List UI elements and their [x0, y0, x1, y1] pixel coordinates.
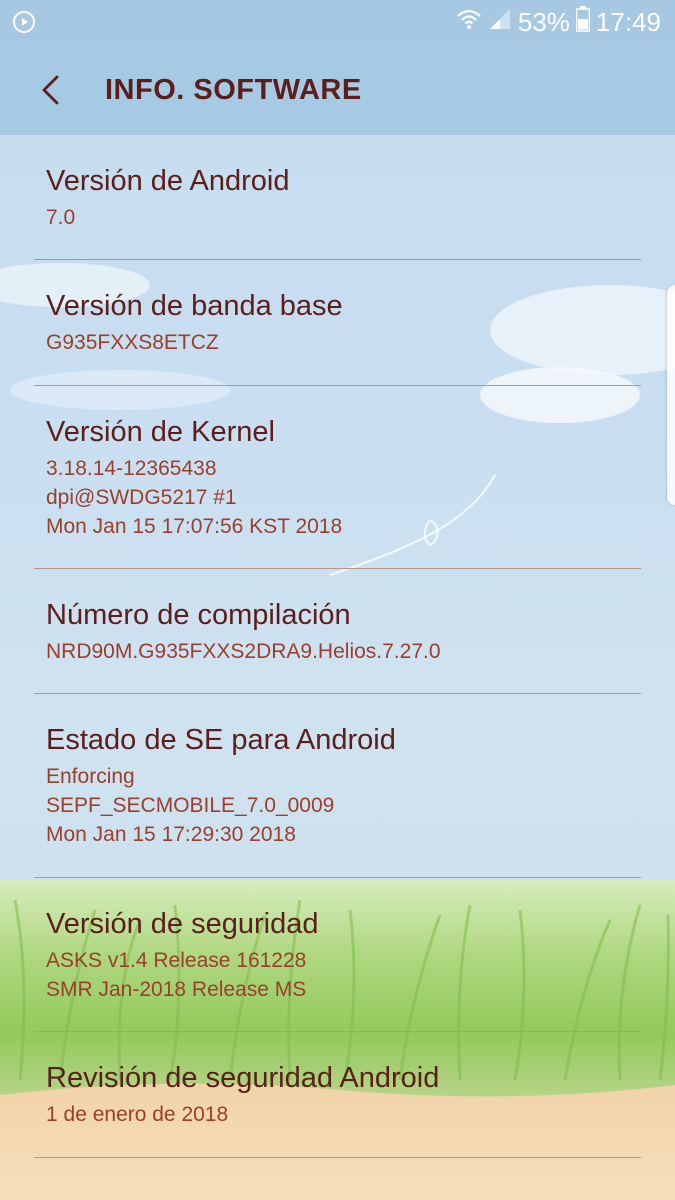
software-info-list: Versión de Android 7.0 Versión de banda … [0, 135, 675, 1158]
status-indicators: 53% 17:49 [456, 0, 661, 45]
item-value: Enforcing SEPF_SECMOBILE_7.0_0009 Mon Ja… [46, 762, 629, 849]
item-title: Número de compilación [46, 598, 351, 631]
list-item-se-status[interactable]: Estado de SE para Android Enforcing SEPF… [34, 694, 641, 878]
item-value: 7.0 [46, 205, 76, 229]
value-line: Enforcing [46, 765, 135, 788]
status-bar: 53% 17:49 [0, 0, 675, 45]
chevron-left-icon [39, 75, 63, 110]
back-button[interactable] [24, 65, 78, 119]
item-value: G935FXXS8ETCZ [46, 331, 219, 354]
signal-icon [488, 7, 512, 38]
item-value: NRD90M.G935FXXS2DRA9.Helios.7.27.0 [46, 639, 441, 663]
list-item-kernel-version[interactable]: Versión de Kernel 3.18.14-12365438 dpi@S… [34, 386, 641, 569]
value-line: SEPF_SECMOBILE_7.0_0009 [46, 794, 335, 817]
battery-percent: 53% [517, 7, 570, 37]
item-value: 1 de enero de 2018 [46, 1103, 229, 1126]
clock-time: 17:49 [595, 7, 661, 37]
item-title: Versión de Android [46, 164, 290, 197]
value-line: Mon Jan 15 17:07:56 KST 2018 [46, 514, 343, 538]
list-item-baseband-version[interactable]: Versión de banda base G935FXXS8ETCZ [34, 260, 641, 386]
value-line: ASKS v1.4 Release 161228 [46, 948, 307, 972]
item-title: Estado de SE para Android [46, 724, 396, 756]
list-item-android-version[interactable]: Versión de Android 7.0 [34, 135, 641, 260]
list-item-security-version[interactable]: Versión de seguridad ASKS v1.4 Release 1… [34, 878, 641, 1032]
item-title: Versión de seguridad [46, 907, 319, 940]
value-line: Mon Jan 15 17:29:30 2018 [46, 823, 296, 846]
item-title: Revisión de seguridad Android [46, 1062, 440, 1094]
app-bar: INFO. SOFTWARE [0, 45, 675, 135]
item-title: Versión de Kernel [46, 415, 275, 448]
value-line: 3.18.14-12365438 [46, 456, 217, 480]
media-record-icon [12, 10, 36, 34]
battery-icon [575, 6, 591, 39]
value-line: SMR Jan-2018 Release MS [46, 977, 307, 1001]
item-value: 3.18.14-12365438 dpi@SWDG5217 #1 Mon Jan… [46, 454, 629, 541]
edge-panel-handle[interactable] [667, 285, 675, 505]
list-item-build-number[interactable]: Número de compilación NRD90M.G935FXXS2DR… [34, 569, 641, 694]
page-title: INFO. SOFTWARE [105, 74, 362, 106]
list-item-security-patch[interactable]: Revisión de seguridad Android 1 de enero… [34, 1032, 641, 1158]
value-line: dpi@SWDG5217 #1 [46, 485, 237, 509]
item-value: ASKS v1.4 Release 161228 SMR Jan-2018 Re… [46, 946, 629, 1004]
wifi-icon [456, 6, 482, 39]
item-title: Versión de banda base [46, 290, 343, 322]
